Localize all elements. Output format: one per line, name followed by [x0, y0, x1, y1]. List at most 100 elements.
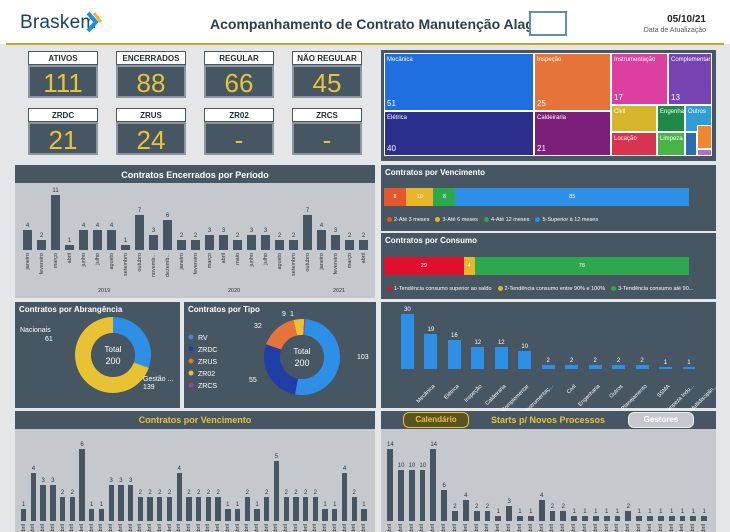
treemap-cell[interactable]: Engenharia [657, 105, 691, 132]
chart-bar [424, 334, 438, 369]
abrangencia-donut: Total 200 Nacionais 61 Gestão ...139 [20, 317, 173, 393]
chart-bar [205, 497, 212, 521]
bar-value-label: 2 [616, 358, 621, 365]
chart-bar [341, 473, 348, 521]
legend-label: 1-Tendência consumo superior ao saldo [394, 286, 492, 292]
bar-value-label: 1 [67, 238, 72, 244]
tipo-panel: Contratos por Tipo Total 200 103 55 32 9 1 RV ZR… [184, 302, 376, 408]
starts-title: Starts p/ Novos Processos [491, 415, 606, 425]
year-label: 2020 [228, 288, 241, 294]
treemap-cell[interactable]: Caldeiraria 21 [534, 111, 611, 156]
treemap-cell-label: Civil [614, 109, 626, 115]
chart-bar [387, 449, 393, 521]
bar-category-label: outubro [136, 253, 143, 272]
treemap-cell[interactable] [697, 149, 712, 156]
chart-bar [40, 485, 46, 521]
bar-value-label: 1 [496, 508, 500, 515]
bar-category-label: abril [581, 524, 588, 532]
bar-category-label: fevereiro [192, 253, 199, 275]
treemap-cell-label: Locação [614, 136, 637, 142]
treemap-cell[interactable] [697, 125, 712, 149]
chart-bar [65, 245, 75, 250]
bar-value-label: 3 [207, 228, 212, 234]
chart-bar [332, 509, 338, 521]
bar-category-label: abril [625, 524, 632, 532]
bar-category-label: julho [262, 253, 269, 265]
treemap-cell[interactable] [685, 132, 697, 156]
bar-category-label: abril [98, 524, 105, 532]
bar-category-label: abril [244, 524, 251, 532]
tab-calendario[interactable]: Calendário [403, 412, 469, 428]
legend-dot [387, 217, 392, 223]
chart-bar [118, 485, 124, 521]
bar-value-label: 1 [333, 502, 337, 508]
bar-category-label: fevereiro [38, 253, 45, 275]
year-label: 2019 [98, 288, 111, 294]
treemap-cell[interactable]: Instrumentação 17 [611, 53, 668, 105]
chart-bar [166, 497, 173, 521]
chart-bar [37, 240, 47, 250]
stacked-segment: 8 [433, 188, 456, 206]
chart-bar [682, 367, 696, 369]
bar-category-label: abril [263, 524, 270, 532]
starts-panel: Calendário Starts p/ Novos Processos Ges… [381, 411, 716, 532]
bar-category-label: janeiro [318, 253, 325, 270]
treemap-cell[interactable]: Inspeção 25 [534, 53, 611, 111]
kpi-label: ZRUS [116, 108, 186, 122]
legend-dot [188, 334, 194, 340]
stacked-segment: 78 [474, 257, 689, 275]
slice-value: 139 [143, 384, 155, 391]
treemap-panel: Mecânica 51 Inspeção 25 Instrumentação 17 Comp… [381, 50, 716, 161]
donut-hole [280, 335, 324, 379]
chart-bar [273, 461, 280, 521]
bar-category-label: abril [185, 524, 192, 532]
filter-select[interactable] [529, 11, 567, 36]
legend-dot [188, 370, 194, 376]
chart-bar [23, 230, 33, 250]
bar-category-label: abril [646, 524, 653, 532]
bar-value-label: 3 [151, 228, 156, 234]
bar-category-label: abril [322, 524, 329, 532]
chart-bar [549, 510, 556, 521]
tab-gestores[interactable]: Gestores [628, 412, 694, 428]
chart-bar [79, 449, 85, 521]
chart-bar [471, 347, 485, 369]
chart-bar [565, 365, 579, 369]
treemap-cell[interactable]: Limpeza [657, 132, 685, 156]
legend-dot [611, 286, 617, 292]
bar-category-label: setembro [290, 253, 297, 276]
bar-value-label: 1 [659, 508, 663, 515]
treemap-cell-value: 21 [537, 144, 546, 153]
kpi-value: - [204, 122, 274, 155]
vencimento-legend: 2-Até 3 meses 3-Até 6 meses 4-Até 12 meses… [387, 217, 604, 223]
legend-label: 2-Tendência consumo entre 90% e 100% [504, 286, 606, 292]
bar-category-label: abril [234, 524, 241, 532]
tipo-donut: Total 200 103 55 32 9 1 RV ZRDC ZRUS ZR02 ZRCS [188, 311, 369, 395]
bar-value-label: 4 [31, 466, 36, 472]
bar-category-label: abril [360, 524, 367, 532]
vencimento-mensal-title: Contratos por Vencimento [138, 415, 252, 425]
bar-category-label: março [206, 253, 213, 269]
bar-category-label: abril [40, 524, 47, 532]
bar-value-label: 1 [123, 238, 128, 244]
kpi-value: 66 [204, 65, 274, 98]
bar-category-label: abril [614, 524, 621, 532]
bar-value-label: 1 [529, 508, 533, 515]
bar-category-label: abril [538, 524, 545, 532]
treemap-cell[interactable]: Complementar 13 [668, 53, 712, 105]
treemap-cell[interactable]: Locação [611, 132, 657, 156]
legend-item: 3-Tendência consumo até 90... [611, 286, 693, 292]
stacked-segment: 29 [384, 257, 464, 275]
legend-dot [535, 217, 541, 223]
legend-label: 5-Superior à 12 meses [542, 217, 599, 223]
bar-category-label: abril [108, 524, 115, 532]
chart-bar [244, 497, 250, 521]
chart-bar [121, 245, 131, 250]
chart-bar [89, 509, 95, 521]
bar-value-label: 7 [305, 208, 310, 214]
chart-bar [441, 490, 448, 521]
treemap-cell[interactable]: Mecânica 51 [384, 53, 534, 111]
bar-category-label: abril [549, 524, 556, 532]
treemap-cell[interactable]: Elétrica 40 [384, 111, 534, 156]
treemap-cell[interactable]: Civil [611, 105, 657, 132]
